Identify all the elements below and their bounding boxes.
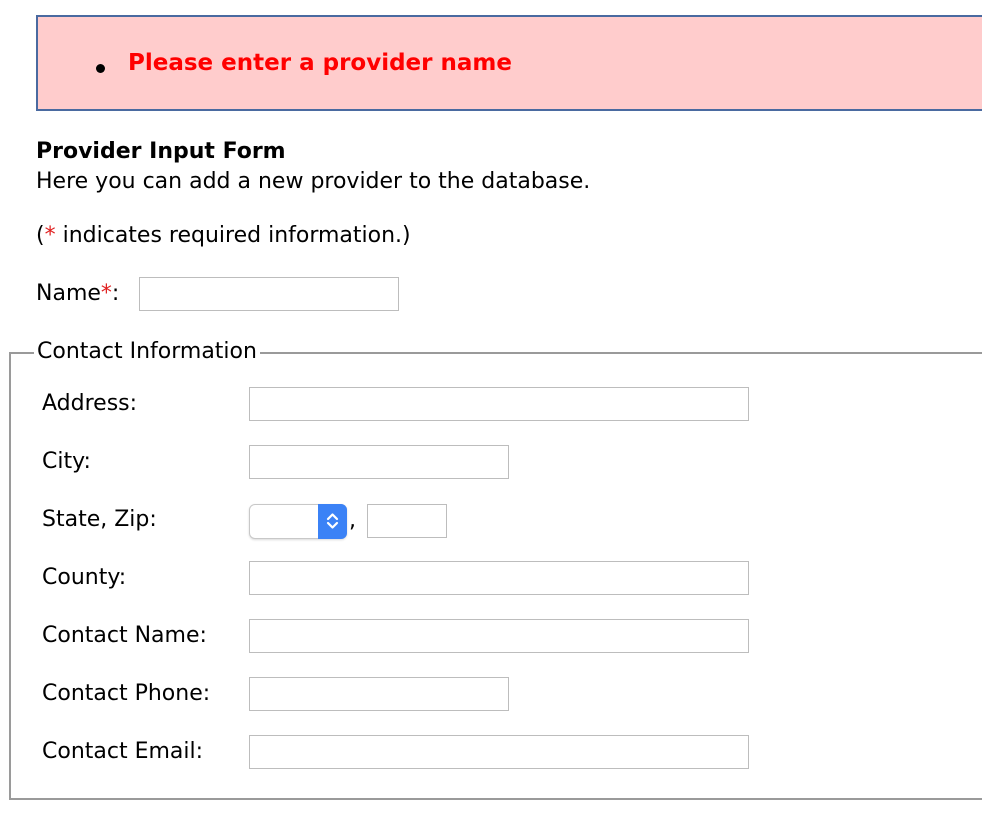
contact-phone-input[interactable] bbox=[249, 677, 509, 711]
form-title: Provider Input Form bbox=[36, 139, 286, 164]
bullet-icon bbox=[96, 64, 105, 73]
contact-name-input[interactable] bbox=[249, 619, 749, 653]
form-description: Here you can add a new provider to the d… bbox=[36, 169, 591, 194]
error-message-box: Please enter a provider name bbox=[36, 15, 982, 111]
state-select[interactable] bbox=[249, 504, 347, 539]
zip-input[interactable] bbox=[367, 504, 447, 538]
name-label: Name*: bbox=[36, 281, 119, 306]
name-label-suffix: : bbox=[111, 281, 120, 306]
city-input[interactable] bbox=[249, 445, 509, 479]
address-input[interactable] bbox=[249, 387, 749, 421]
county-input[interactable] bbox=[249, 561, 749, 595]
required-note-text: indicates required information.) bbox=[55, 223, 411, 248]
contact-information-legend: Contact Information bbox=[34, 339, 260, 364]
address-label: Address: bbox=[42, 391, 138, 416]
contact-phone-label: Contact Phone: bbox=[42, 681, 211, 706]
city-label: City: bbox=[42, 449, 91, 474]
name-input[interactable] bbox=[139, 277, 399, 311]
required-note-open: ( bbox=[36, 223, 45, 248]
county-label: County: bbox=[42, 565, 127, 590]
contact-email-input[interactable] bbox=[249, 735, 749, 769]
state-zip-label: State, Zip: bbox=[42, 507, 157, 532]
name-required-marker: * bbox=[100, 281, 112, 306]
contact-name-label: Contact Name: bbox=[42, 623, 207, 648]
name-label-text: Name bbox=[36, 281, 101, 306]
required-marker: * bbox=[44, 223, 56, 248]
select-arrows-icon[interactable] bbox=[318, 504, 347, 539]
required-info-note: (* indicates required information.) bbox=[36, 223, 411, 248]
zip-separator: , bbox=[349, 508, 356, 533]
contact-email-label: Contact Email: bbox=[42, 739, 204, 764]
error-message: Please enter a provider name bbox=[128, 50, 512, 76]
